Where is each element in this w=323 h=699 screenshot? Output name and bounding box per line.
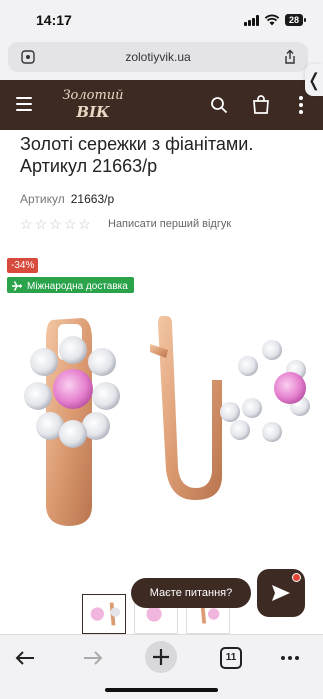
battery-icon: 28 [284, 14, 307, 26]
browser-toolbar: 11 [0, 634, 323, 699]
new-tab-button[interactable] [145, 641, 177, 673]
tabs-icon: 11 [220, 647, 242, 669]
chat-prompt[interactable]: Маєте питання? [131, 578, 251, 608]
menu-icon[interactable] [16, 97, 32, 111]
site-logo[interactable]: Золотий ВІК [60, 88, 126, 124]
logo-line-2: ВІК [76, 103, 110, 121]
star-icon[interactable]: ☆ [64, 216, 77, 232]
screen: 14:17 28 zolotiyvik.ua Золотий ВІК ❬ Зол… [0, 0, 323, 699]
product-title: Золоті сережки з фіанітами. Артикул 2166… [20, 134, 254, 176]
shipping-badge: Міжнародна доставка [7, 277, 134, 293]
star-icon[interactable]: ☆ [78, 216, 91, 232]
logo-line-1: Золотий [62, 88, 124, 103]
url-text[interactable]: zolotiyvik.ua [8, 50, 308, 64]
status-indicators: 28 [243, 14, 307, 26]
star-icon[interactable]: ☆ [20, 216, 33, 232]
tabs-button[interactable]: 11 [216, 643, 246, 673]
plane-icon [12, 281, 22, 291]
share-icon[interactable] [282, 49, 298, 65]
side-panel-tab[interactable]: ❬ [305, 64, 323, 96]
status-time: 14:17 [36, 12, 72, 28]
cart-icon[interactable] [252, 95, 270, 114]
chat-button[interactable] [257, 569, 305, 617]
product-image[interactable] [0, 300, 323, 550]
rating-stars[interactable]: ☆ ☆ ☆ ☆ ☆ [20, 216, 91, 232]
more-button[interactable] [275, 643, 305, 673]
star-icon[interactable]: ☆ [35, 216, 48, 232]
browser-top-chrome: 14:17 28 zolotiyvik.ua [0, 0, 323, 80]
signal-icon [243, 14, 259, 26]
product-sku: Артикул 21663/р [20, 192, 114, 206]
back-arrow-icon [15, 651, 34, 665]
write-review-link[interactable]: Написати перший відгук [108, 218, 231, 230]
discount-badge: -34% [7, 258, 39, 273]
site-header: Золотий ВІК [0, 80, 323, 130]
home-indicator [105, 688, 218, 692]
back-button[interactable] [10, 643, 40, 673]
sku-value: 21663/р [70, 192, 115, 206]
address-bar[interactable]: zolotiyvik.ua [8, 42, 308, 72]
sku-label: Артикул [20, 192, 65, 206]
more-horizontal-icon [281, 656, 299, 660]
send-icon [272, 585, 290, 601]
search-icon[interactable] [210, 96, 228, 114]
shipping-badge-label: Міжнародна доставка [27, 280, 128, 292]
forward-button[interactable] [78, 643, 108, 673]
star-icon[interactable]: ☆ [49, 216, 62, 232]
thumbnail-item[interactable] [82, 594, 126, 634]
notification-dot [292, 573, 301, 582]
status-bar: 14:17 28 [0, 12, 323, 32]
wifi-icon [264, 14, 280, 26]
more-vertical-icon[interactable] [298, 96, 304, 114]
forward-arrow-icon [84, 651, 103, 665]
plus-icon [153, 649, 169, 665]
